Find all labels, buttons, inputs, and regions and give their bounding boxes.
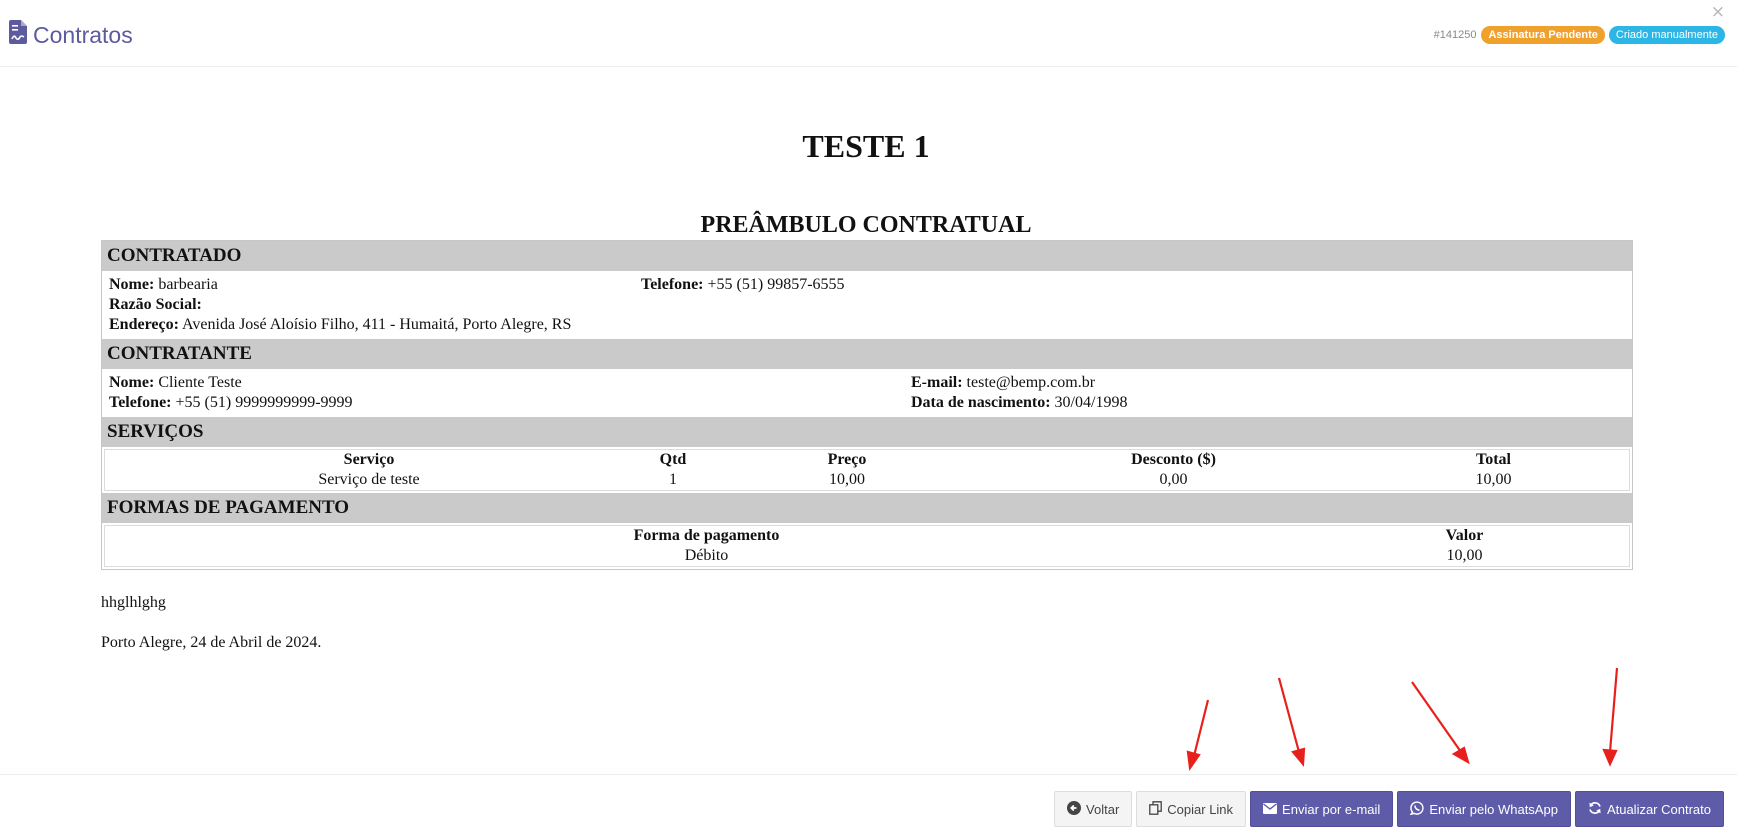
enviar-email-label: Enviar por e-mail xyxy=(1282,801,1381,817)
enviar-email-button[interactable]: Enviar por e-mail xyxy=(1250,791,1394,827)
enviar-whatsapp-label: Enviar pelo WhatsApp xyxy=(1429,801,1558,817)
copy-icon xyxy=(1149,800,1163,818)
annotation-arrow xyxy=(1277,677,1306,767)
whatsapp-icon xyxy=(1409,800,1424,818)
modal-footer: Voltar Copiar Link Enviar por e-mail Env… xyxy=(0,774,1737,833)
voltar-label: Voltar xyxy=(1086,801,1120,817)
arrow-circle-left-icon xyxy=(1067,800,1082,818)
footer-actions: Voltar Copiar Link Enviar por e-mail Env… xyxy=(1054,791,1724,827)
refresh-icon xyxy=(1588,801,1602,818)
annotation-arrow xyxy=(1411,681,1470,765)
annotation-arrow xyxy=(1602,667,1619,767)
voltar-button[interactable]: Voltar xyxy=(1054,791,1133,827)
atualizar-contrato-button[interactable]: Atualizar Contrato xyxy=(1574,791,1724,827)
envelope-icon xyxy=(1263,802,1278,817)
enviar-whatsapp-button[interactable]: Enviar pelo WhatsApp xyxy=(1397,791,1571,827)
atualizar-contrato-label: Atualizar Contrato xyxy=(1606,801,1711,817)
annotation-arrow xyxy=(1186,699,1210,771)
copiar-link-button[interactable]: Copiar Link xyxy=(1136,791,1247,827)
copiar-link-label: Copiar Link xyxy=(1167,801,1234,817)
annotation-arrows xyxy=(1186,667,1619,771)
